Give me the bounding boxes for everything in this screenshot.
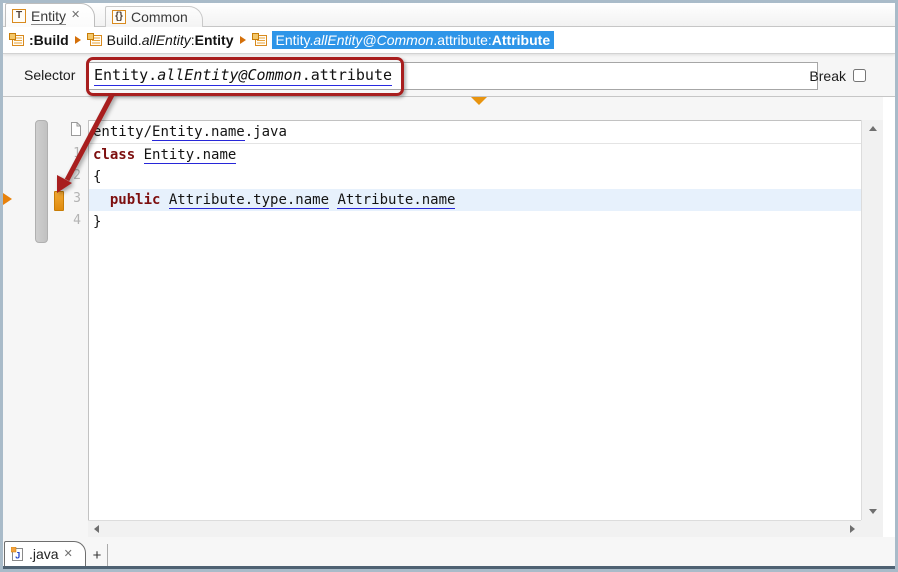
java-file-icon: J: [11, 547, 24, 562]
code-editor[interactable]: entity/Entity.name.java class Entity.nam…: [88, 120, 861, 520]
tab-entity-label: Entity: [31, 8, 66, 24]
template-icon: [252, 33, 268, 48]
tab-entity[interactable]: T Entity ✕: [5, 3, 95, 27]
reference-link[interactable]: Attribute.type.name: [169, 192, 329, 209]
breadcrumb-item-allentity[interactable]: Build.allEntity:Entity: [87, 32, 234, 48]
breadcrumb-selected-text: Entity.allEntity@Common.attribute:Attrib…: [272, 31, 555, 49]
code-line-highlighted: public Attribute.type.name Attribute.nam…: [89, 189, 861, 212]
orange-line-marker: [54, 191, 64, 211]
code-line-filename: entity/Entity.name.java: [89, 121, 861, 144]
arrow-down-icon: [869, 509, 877, 514]
arrow-up-icon: [869, 126, 877, 131]
horizontal-scrollbar[interactable]: [88, 520, 861, 537]
svg-text:J: J: [15, 550, 20, 560]
code-line: }: [89, 211, 861, 234]
selector-input[interactable]: Entity.allEntity@Common.attribute: [88, 62, 818, 90]
vertical-scrollbar[interactable]: [861, 120, 883, 520]
breadcrumb-arrow-icon: [240, 36, 246, 44]
file-icon: [70, 122, 81, 136]
breadcrumb-arrow-icon: [75, 36, 81, 44]
braces-file-icon: {}: [112, 10, 126, 24]
breadcrumb: :Build Build.allEntity:Entity Entity.all…: [3, 27, 895, 54]
code-line: {: [89, 166, 861, 189]
add-tab-button[interactable]: +: [87, 544, 108, 566]
breadcrumb-text: Build.allEntity:Entity: [107, 32, 234, 48]
template-icon: [87, 33, 103, 48]
selector-row: Selector Entity.allEntity@Common.attribu…: [3, 54, 895, 96]
scroll-down-button[interactable]: [862, 503, 883, 520]
bottom-tab-bar: J .java ✕ +: [3, 540, 895, 566]
arrow-right-icon: [850, 525, 855, 533]
breadcrumb-item-build[interactable]: :Build: [9, 32, 69, 48]
break-checkbox[interactable]: [853, 69, 866, 82]
tab-java-file[interactable]: J .java ✕: [4, 541, 86, 566]
tab-common[interactable]: {} Common: [105, 6, 203, 27]
arrow-left-icon: [94, 525, 99, 533]
template-editor-window: T Entity ✕ {} Common :Build Build.allEnt…: [0, 0, 898, 572]
breadcrumb-text: :Build: [29, 32, 69, 48]
restore-pane-handle-icon[interactable]: [3, 193, 12, 205]
tab-common-label: Common: [131, 9, 188, 25]
close-icon[interactable]: ✕: [64, 549, 73, 560]
break-label: Break: [809, 68, 846, 84]
scroll-left-button[interactable]: [88, 521, 105, 537]
editor-tab-strip: T Entity ✕ {} Common: [3, 3, 895, 27]
reference-link[interactable]: Attribute.name: [337, 192, 455, 209]
collapse-down-handle-icon[interactable]: [471, 97, 487, 105]
window-bottom-edge: [3, 566, 895, 569]
scroll-right-button[interactable]: [844, 521, 861, 537]
selector-label: Selector: [24, 67, 75, 83]
code-line: class Entity.name: [89, 144, 861, 167]
scrollbar-corner: [861, 520, 883, 537]
close-icon[interactable]: ✕: [71, 10, 80, 21]
reference-link[interactable]: Entity.name: [152, 124, 245, 141]
tab-java-label: .java: [29, 546, 59, 562]
reference-link[interactable]: Entity.name: [144, 147, 237, 164]
vertical-sash[interactable]: [35, 120, 48, 243]
scroll-up-button[interactable]: [862, 120, 883, 137]
template-icon: [9, 33, 25, 48]
right-margin: [883, 97, 895, 537]
breadcrumb-item-attribute[interactable]: Entity.allEntity@Common.attribute:Attrib…: [252, 31, 555, 49]
template-file-icon: T: [12, 9, 26, 23]
